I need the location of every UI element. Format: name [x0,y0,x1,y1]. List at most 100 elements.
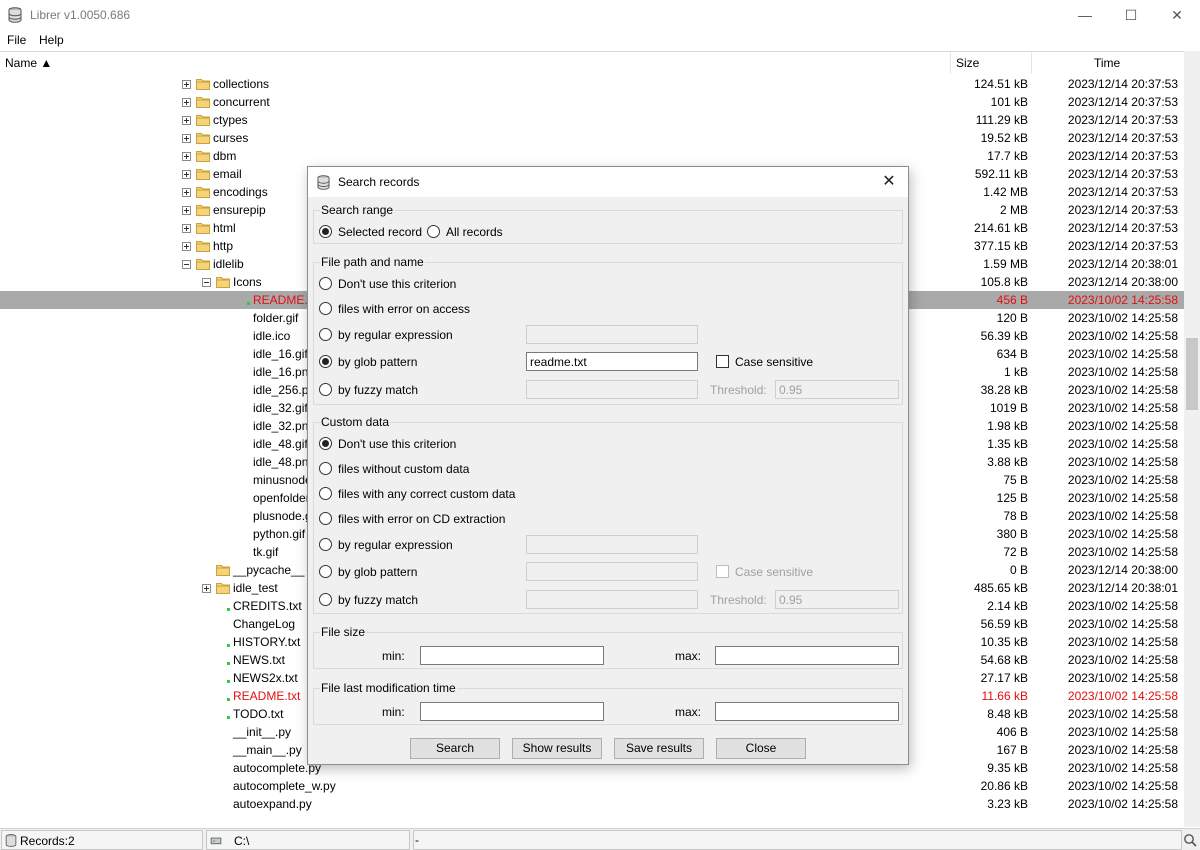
row-name: idle_16.png [253,365,316,379]
title-bar: Librer v1.0050.686 — ☐ ✕ [0,0,1200,30]
column-header-size[interactable]: Size [951,52,1032,74]
path-glob-input[interactable]: readme.txt [526,352,698,371]
row-time: 2023/12/14 20:37:53 [1067,95,1178,109]
time-max-input[interactable] [715,702,899,721]
time-min-input[interactable] [420,702,604,721]
expand-icon[interactable] [182,206,191,215]
row-size: 17.7 kB [987,149,1028,163]
row-time: 2023/10/02 14:25:58 [1067,437,1178,451]
row-size: 380 B [996,527,1028,541]
close-button[interactable]: Close [716,738,806,759]
minimize-icon: — [1078,7,1092,23]
scrollbar-thumb[interactable] [1186,338,1198,410]
tree-row[interactable]: curses 19.52 kB 2023/12/14 20:37:53 [0,129,1184,147]
row-time: 2023/12/14 20:37:53 [1067,203,1178,217]
cd-glob-input[interactable] [526,562,698,581]
expand-icon[interactable] [182,80,191,89]
expand-icon[interactable] [182,170,191,179]
row-time: 2023/10/02 14:25:58 [1067,545,1178,559]
row-time: 2023/10/02 14:25:58 [1067,689,1178,703]
maximize-button[interactable]: ☐ [1108,0,1154,30]
expand-icon[interactable] [202,584,211,593]
row-size: 111.29 kB [975,113,1028,127]
dialog-title: Search records [338,175,420,189]
custom-data-legend: Custom data [320,415,391,429]
path-regex-input[interactable] [526,325,698,344]
show-results-button[interactable]: Show results [512,738,602,759]
row-name: NEWS.txt [233,653,286,667]
folder-icon [216,582,230,594]
row-size: 456 B [996,293,1028,307]
row-size: 9.35 kB [987,761,1028,775]
row-name: ensurepip [213,203,266,217]
vertical-scrollbar[interactable] [1184,51,1200,827]
menu-file[interactable]: File [7,33,26,47]
tree-row[interactable]: collections 124.51 kB 2023/12/14 20:37:53 [0,75,1184,93]
minimize-button[interactable]: — [1062,0,1108,30]
expand-icon[interactable] [182,116,191,125]
row-name: idle.ico [253,329,291,343]
search-button[interactable]: Search [410,738,500,759]
expand-icon[interactable] [182,134,191,143]
row-size: 72 B [1003,545,1028,559]
tree-row[interactable]: ctypes 111.29 kB 2023/12/14 20:37:53 [0,111,1184,129]
collapse-icon[interactable] [182,260,191,269]
search-icon[interactable] [1183,833,1197,847]
size-max-input[interactable] [715,646,899,665]
close-window-button[interactable]: ✕ [1154,0,1200,30]
row-size: 20.86 kB [980,779,1028,793]
time-max-label: max: [675,705,702,719]
tree-row[interactable]: concurrent 101 kB 2023/12/14 20:37:53 [0,93,1184,111]
path-fuzzy-input[interactable] [526,380,698,399]
row-time: 2023/12/14 20:37:53 [1067,239,1178,253]
path-threshold-input[interactable]: 0.95 [775,380,899,399]
collapse-icon[interactable] [202,278,211,287]
cd-regex-input[interactable] [526,535,698,554]
row-size: 1.42 MB [983,185,1028,199]
row-size: 3.88 kB [987,455,1028,469]
folder-icon [216,564,230,576]
expand-icon[interactable] [182,188,191,197]
row-size: 56.59 kB [980,617,1028,631]
row-time: 2023/10/02 14:25:58 [1067,329,1178,343]
cd-fuzzy-input[interactable] [526,590,698,609]
close-icon: ✕ [1171,6,1183,23]
column-header-name[interactable]: Name ▲ [0,52,951,74]
row-name: idle_48.gif [253,437,308,451]
row-time: 2023/10/02 14:25:58 [1067,707,1178,721]
row-size: 8.48 kB [987,707,1028,721]
cd-threshold-input[interactable]: 0.95 [775,590,899,609]
menu-help[interactable]: Help [39,33,64,47]
cd-threshold-label: Threshold: [710,593,767,607]
row-size: 634 B [996,347,1028,361]
tree-row[interactable]: dbm 17.7 kB 2023/12/14 20:37:53 [0,147,1184,165]
tree-row[interactable]: autoexpand.py 3.23 kB 2023/10/02 14:25:58 [0,795,1184,813]
row-name: email [213,167,242,181]
expand-icon[interactable] [182,152,191,161]
row-time: 2023/10/02 14:25:58 [1067,635,1178,649]
row-time: 2023/12/14 20:37:53 [1067,113,1178,127]
row-time: 2023/12/14 20:38:00 [1067,563,1178,577]
folder-icon [196,78,210,90]
row-size: 1.35 kB [987,437,1028,451]
tree-row[interactable]: autocomplete_w.py 20.86 kB 2023/10/02 14:2… [0,777,1184,795]
row-time: 2023/12/14 20:37:53 [1067,131,1178,145]
row-name: concurrent [213,95,270,109]
size-min-input[interactable] [420,646,604,665]
expand-icon[interactable] [182,242,191,251]
row-name: __pycache__ [233,563,305,577]
column-header-time[interactable]: Time [1032,52,1184,74]
file-size-group: File size min: max: [313,625,903,669]
row-time: 2023/10/02 14:25:58 [1067,383,1178,397]
row-name: http [213,239,234,253]
expand-icon[interactable] [182,224,191,233]
path-threshold-label: Threshold: [710,383,767,397]
save-results-button[interactable]: Save results [614,738,704,759]
row-time: 2023/10/02 14:25:58 [1067,617,1178,631]
expand-icon[interactable] [182,98,191,107]
row-size: 125 B [996,491,1028,505]
dialog-close-button[interactable]: ✕ [878,171,900,193]
row-size: 214.61 kB [973,221,1028,235]
row-name: idlelib [213,257,244,271]
custom-data-marker-icon [227,644,230,647]
